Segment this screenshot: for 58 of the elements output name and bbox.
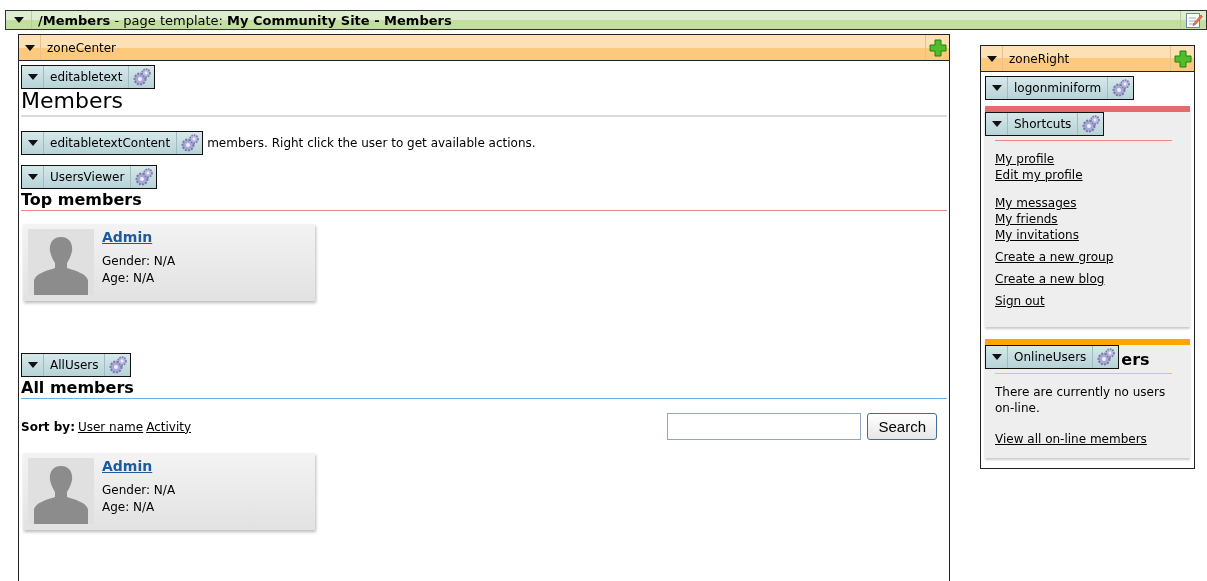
caret-icon[interactable] <box>991 121 1002 127</box>
section-heading: All members <box>21 378 947 399</box>
shortcut-link[interactable]: Sign out <box>995 293 1190 309</box>
page-heading: Members <box>21 89 947 117</box>
webpart-name[interactable]: Shortcuts <box>1008 117 1078 131</box>
intro-text: members. Right click the user to get available actions. <box>207 136 536 150</box>
zone-title: zoneRight <box>1008 51 1071 66</box>
age-text: Age: N/A <box>102 270 156 287</box>
webpart-name[interactable]: OnlineUsers <box>1008 350 1093 364</box>
caret-icon[interactable] <box>27 174 38 180</box>
sort-label: Sort by: <box>21 419 75 434</box>
plus-icon[interactable] <box>1173 49 1192 68</box>
view-online-link[interactable]: View all on-line members <box>995 432 1147 446</box>
caret-icon[interactable] <box>27 362 38 368</box>
search-field[interactable] <box>667 413 862 440</box>
shortcut-link[interactable]: My profile <box>995 151 1190 167</box>
shortcut-link[interactable]: Create a new blog <box>995 271 1190 287</box>
gears-icon[interactable] <box>179 133 200 153</box>
gears-icon[interactable] <box>133 167 154 187</box>
caret-icon[interactable] <box>986 55 997 62</box>
gears-icon[interactable] <box>1080 114 1101 134</box>
zone-title: zoneCenter <box>46 40 118 55</box>
webpart-name[interactable]: logonminiform <box>1008 81 1108 95</box>
panel-heading: ers <box>1121 350 1150 369</box>
page-template-title: /Members - page template: My Community Site - Members <box>37 12 453 28</box>
shortcut-link[interactable]: My invitations <box>995 227 1190 243</box>
gender-text: Gender: N/A <box>102 482 176 499</box>
gears-icon[interactable] <box>131 67 152 87</box>
shortcut-link[interactable]: Edit my profile <box>995 167 1190 183</box>
caret-icon[interactable] <box>24 44 35 51</box>
gears-icon[interactable] <box>1110 78 1131 98</box>
sort-link[interactable]: Activity <box>146 419 192 434</box>
online-status-text: There are currently no users on-line. <box>995 384 1167 416</box>
member-name-link[interactable]: Admin <box>102 458 176 474</box>
plus-icon[interactable] <box>928 38 947 57</box>
shortcut-link[interactable]: Create a new group <box>995 249 1190 265</box>
caret-icon[interactable] <box>27 140 38 146</box>
webpart-name[interactable]: AllUsers <box>44 358 105 372</box>
webpart-name[interactable]: editabletextContent <box>44 136 177 150</box>
webpart-name[interactable]: UsersViewer <box>44 170 131 184</box>
member-name-link[interactable]: Admin <box>102 229 176 245</box>
age-text: Age: N/A <box>102 499 156 516</box>
gears-icon[interactable] <box>108 355 128 375</box>
sort-link[interactable]: User name <box>77 419 144 434</box>
edit-page-icon[interactable] <box>1184 11 1203 29</box>
webpart-name[interactable]: editabletext <box>44 70 129 84</box>
caret-icon[interactable] <box>991 354 1002 360</box>
gender-text: Gender: N/A <box>102 253 176 270</box>
avatar-silhouette-icon <box>28 458 94 524</box>
caret-icon[interactable] <box>13 17 24 23</box>
caret-icon[interactable] <box>991 85 1002 91</box>
avatar-silhouette-icon <box>28 229 94 295</box>
shortcut-link[interactable]: My friends <box>995 211 1190 227</box>
gears-icon[interactable] <box>1095 347 1116 367</box>
shortcut-link[interactable]: My messages <box>995 195 1190 211</box>
search-button[interactable]: Search <box>867 413 937 440</box>
caret-icon[interactable] <box>27 74 38 80</box>
section-heading: Top members <box>21 190 947 211</box>
